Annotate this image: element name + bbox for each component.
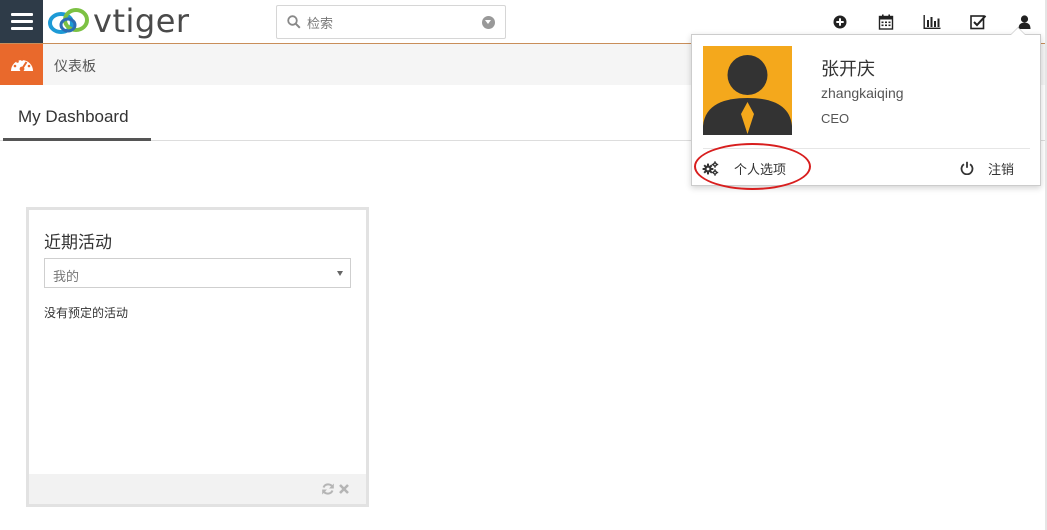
user-login-name: zhangkaiqing: [821, 85, 904, 101]
widget-empty-message: 没有预定的活动: [44, 306, 129, 320]
app-menu-button[interactable]: [0, 0, 43, 43]
logout-label: 注销: [988, 161, 1015, 177]
reports-icon: [923, 15, 941, 29]
avatar: [703, 46, 792, 135]
user-role: CEO: [821, 111, 850, 126]
calendar-icon: [878, 14, 894, 30]
vtiger-logo[interactable]: vtiger: [47, 2, 190, 40]
logo-text: vtiger: [93, 2, 190, 40]
tab-my-dashboard[interactable]: My Dashboard: [3, 97, 151, 141]
module-title: 仪表板: [54, 58, 96, 74]
search-options-icon[interactable]: [482, 15, 495, 29]
dashboard-gauge-icon: [10, 57, 33, 71]
annotation-highlight-circle: [694, 143, 811, 190]
widget-footer: [29, 474, 366, 504]
widget-select-value: 我的: [53, 269, 80, 284]
chevron-down-icon: [337, 271, 343, 276]
refresh-icon[interactable]: [321, 482, 335, 496]
widget-owner-select[interactable]: 我的: [44, 258, 351, 288]
dashboard-module-button[interactable]: [0, 44, 43, 85]
tasks-icon: [969, 15, 986, 30]
upcoming-activities-widget: 近期活动 我的 没有预定的活动: [26, 207, 369, 507]
search-icon: [287, 15, 301, 29]
user-full-name: 张开庆: [821, 59, 875, 79]
logout-link[interactable]: 注销: [960, 157, 1014, 179]
power-icon: [960, 161, 974, 175]
add-icon: [833, 15, 847, 29]
close-icon[interactable]: [338, 483, 350, 495]
search-input[interactable]: 检索: [307, 13, 482, 32]
logo-cloud-icon: [48, 8, 89, 34]
default-user-avatar-icon: [703, 55, 792, 135]
widget-title: 近期活动: [44, 233, 112, 252]
global-search[interactable]: 检索: [276, 5, 506, 39]
